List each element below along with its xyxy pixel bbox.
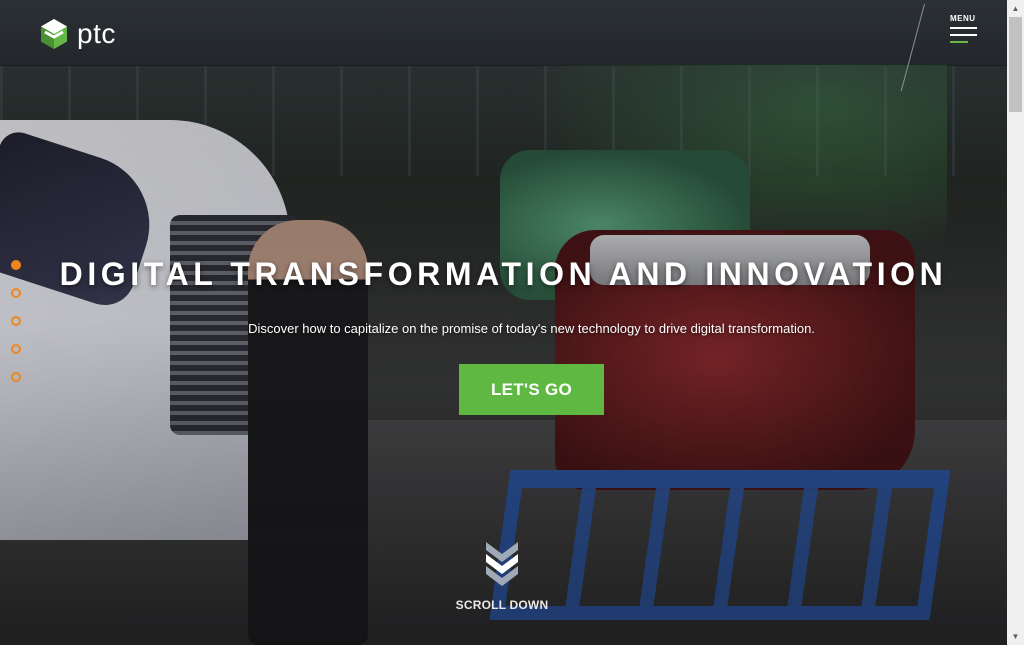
menu-label: MENU — [950, 14, 976, 23]
hamburger-menu-icon — [950, 27, 977, 45]
ptc-logo-link[interactable]: ptc — [39, 18, 116, 50]
ptc-hexagon-logo-icon — [41, 19, 67, 49]
scroll-up-arrow-icon[interactable]: ▲ — [1007, 0, 1024, 17]
scroll-down-arrow-icon[interactable]: ▼ — [1007, 628, 1024, 645]
slide-dot-4[interactable] — [11, 344, 21, 354]
menu-button[interactable]: MENU — [950, 14, 980, 45]
hero-subline: Discover how to capitalize on the promis… — [248, 321, 815, 336]
site-header: ptc MENU — [0, 0, 1007, 92]
page-scrollbar[interactable]: ▲ ▼ — [1007, 0, 1024, 645]
scrollbar-thumb[interactable] — [1009, 17, 1022, 112]
lets-go-button[interactable]: LET'S GO — [459, 364, 604, 415]
hero-headline: DIGITAL TRANSFORMATION AND INNOVATION — [59, 256, 948, 292]
scroll-down-button[interactable]: SCROLL DOWN — [452, 540, 552, 612]
slide-dot-5[interactable] — [11, 372, 21, 382]
scroll-down-label: SCROLL DOWN — [455, 598, 549, 612]
double-chevron-down-icon — [486, 542, 518, 586]
logo-wordmark: ptc — [77, 18, 116, 49]
